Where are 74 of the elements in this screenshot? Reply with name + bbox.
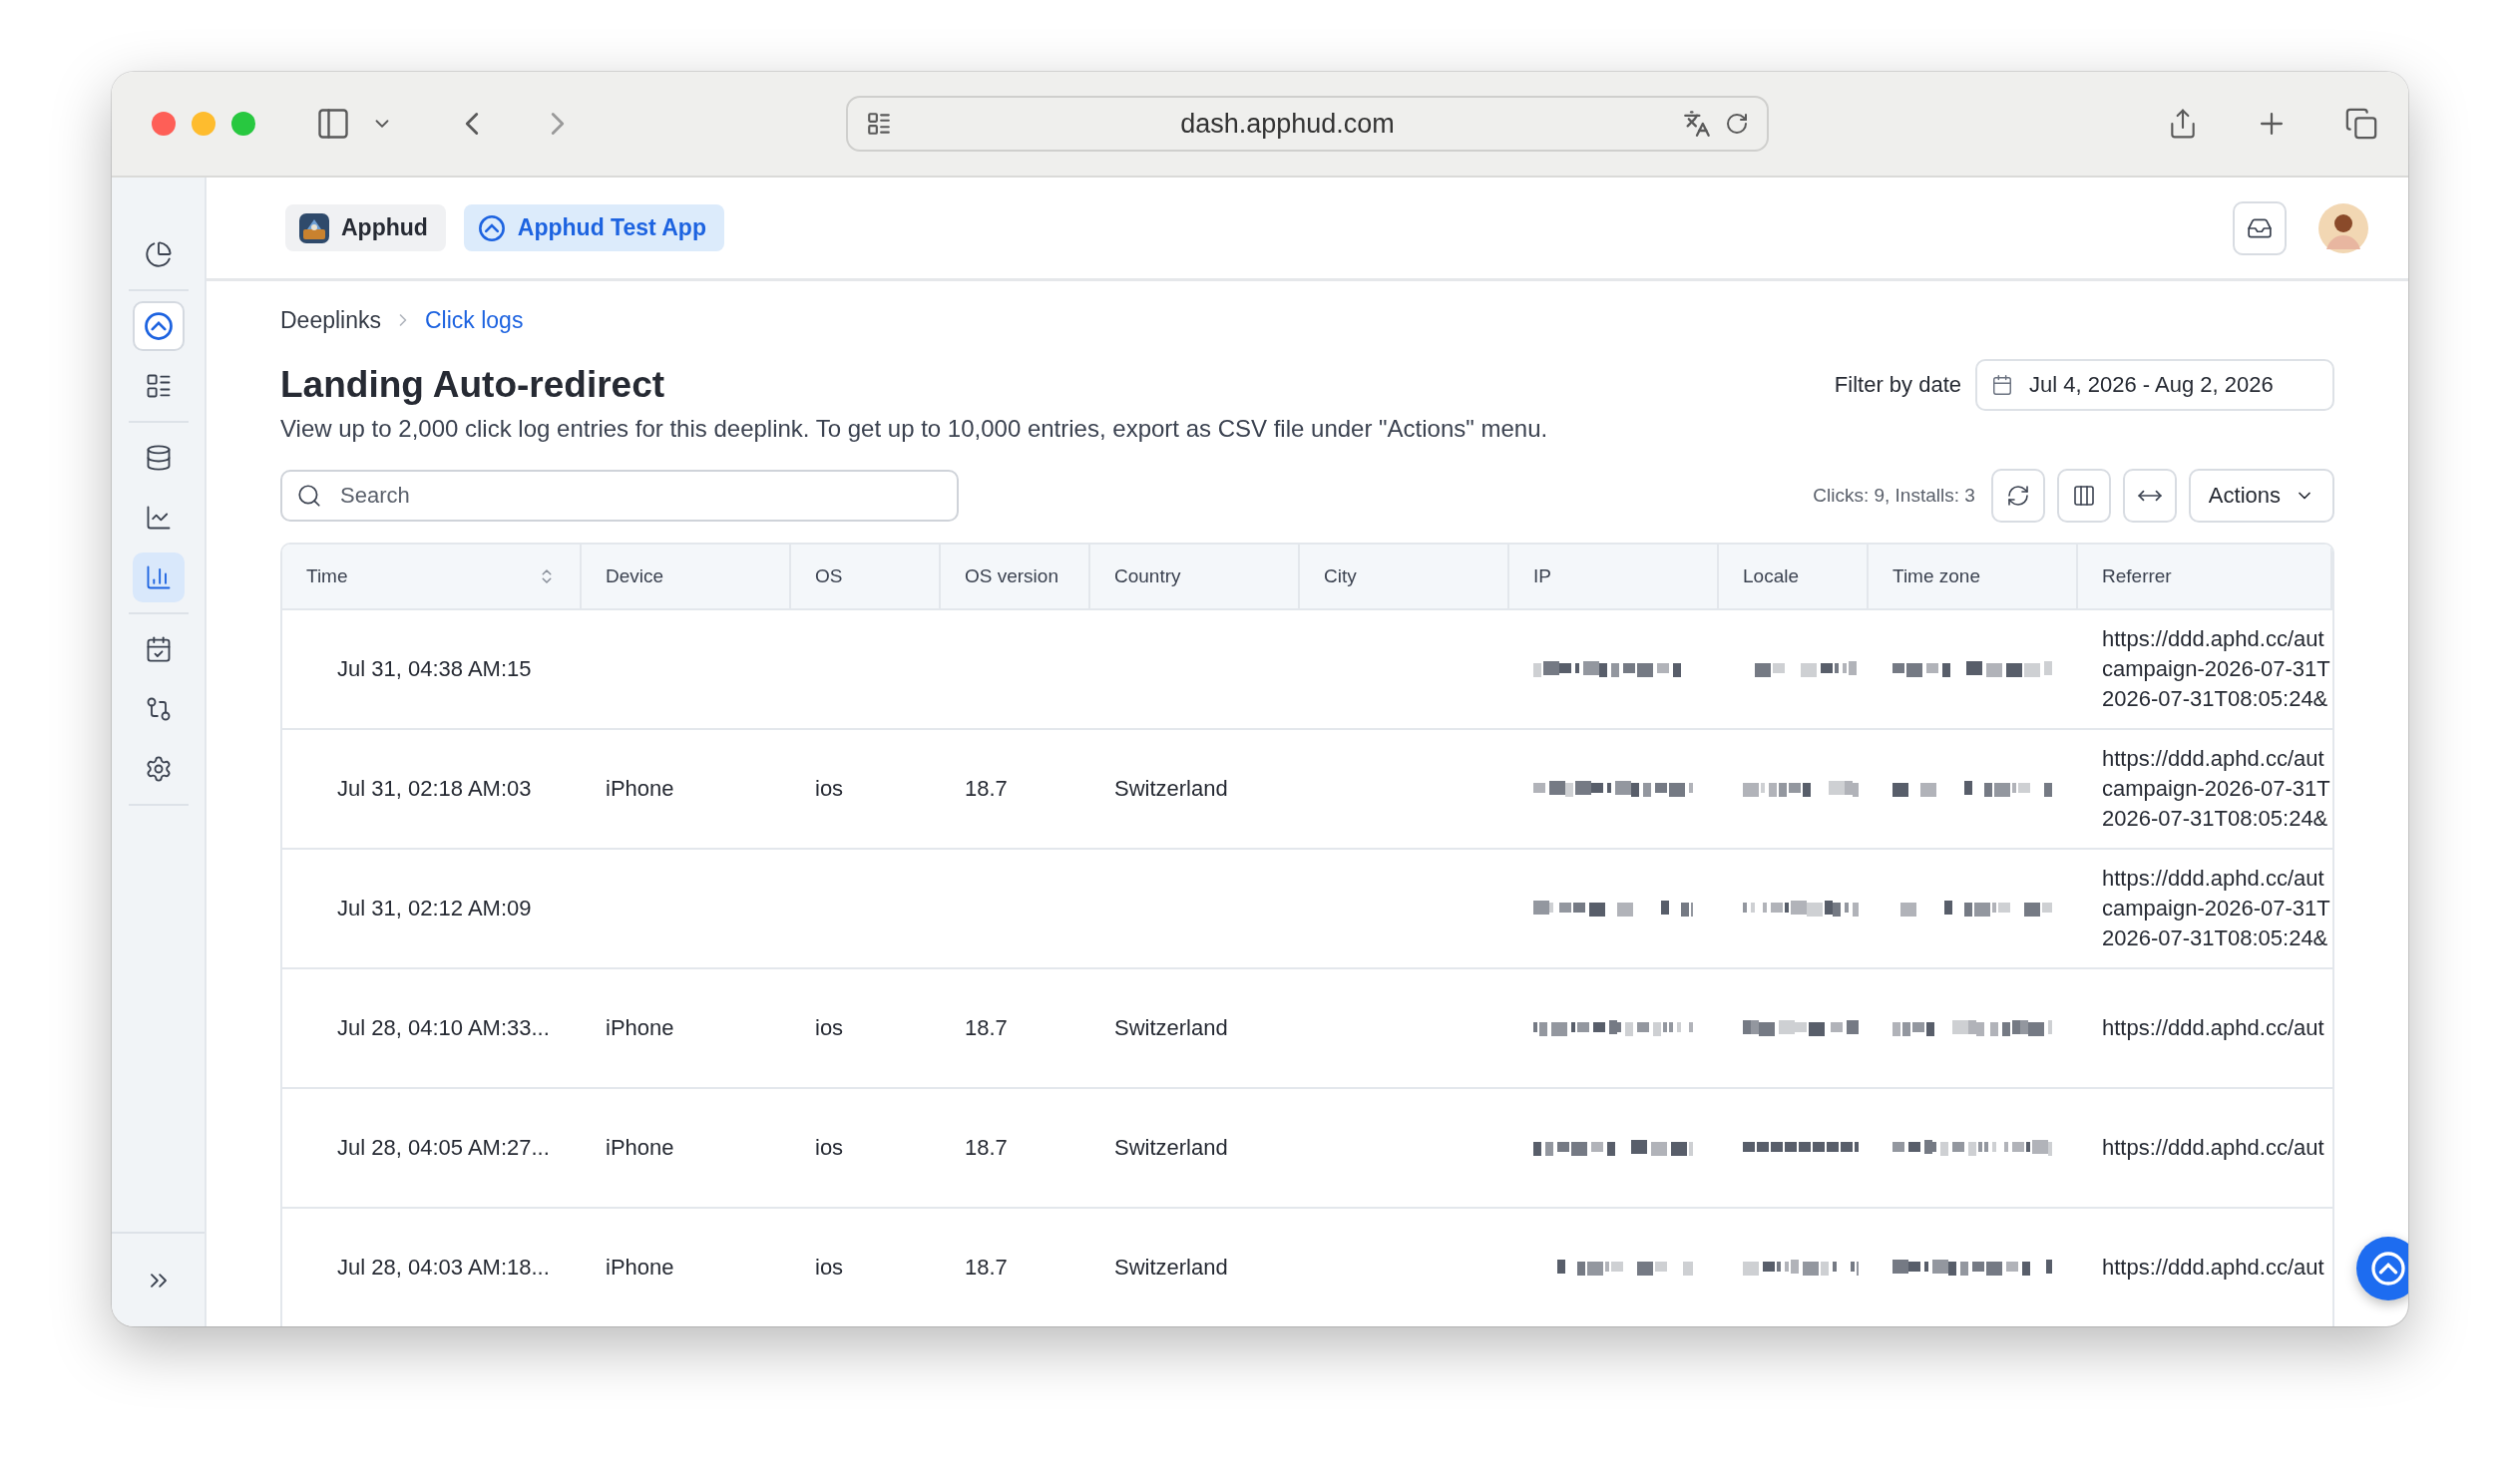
table-cell: 18.7 xyxy=(965,776,1008,802)
table-cell: Jul 31, 02:12 AM:09 xyxy=(337,896,532,922)
translate-icon[interactable] xyxy=(1683,110,1711,138)
column-header: Time zone xyxy=(1869,545,2078,610)
referrer-url: https://ddd.aphd.cc/aut xyxy=(2102,1014,2324,1042)
actions-button[interactable]: Actions xyxy=(2188,469,2334,523)
pie-chart-icon xyxy=(144,240,173,268)
columns-button[interactable] xyxy=(2056,469,2111,523)
table-cell: ios xyxy=(815,1015,844,1041)
table-cell: ios xyxy=(815,1135,844,1161)
table-cell: iPhone xyxy=(606,1255,674,1281)
app-logo-icon xyxy=(477,213,506,242)
app-icon xyxy=(299,212,329,243)
columns-icon xyxy=(2071,484,2096,508)
sidebar-item[interactable] xyxy=(132,553,185,602)
table-cell: Jul 28, 04:03 AM:18... xyxy=(337,1255,550,1281)
sidebar-toggle-icon[interactable] xyxy=(315,106,351,142)
column-header: City xyxy=(1300,545,1509,610)
table-cell: ios xyxy=(815,776,844,802)
refresh-icon xyxy=(2005,484,2030,508)
filter-label: Filter by date xyxy=(1834,372,1961,398)
table-cell: Jul 31, 04:38 AM:15 xyxy=(337,656,532,682)
url-text: dash.apphud.com xyxy=(1179,108,1396,140)
chat-button[interactable] xyxy=(2356,1237,2408,1300)
search-icon xyxy=(296,483,322,509)
table-cell: iPhone xyxy=(606,776,674,802)
column-header: Referrer xyxy=(2078,545,2332,610)
column-header: Device xyxy=(582,545,791,610)
tabs-overview-icon[interactable] xyxy=(2344,107,2378,141)
breadcrumb-link[interactable]: Deeplinks xyxy=(280,306,381,334)
column-header: OS xyxy=(791,545,941,610)
column-header: OS version xyxy=(941,545,1090,610)
page-title: Landing Auto-redirect xyxy=(280,364,666,406)
click-summary: Clicks: 9, Installs: 3 xyxy=(1813,485,1975,507)
date-range-field[interactable]: Jul 4, 2026 - Aug 2, 2026 xyxy=(1975,359,2334,411)
column-header: Country xyxy=(1090,545,1300,610)
search-field[interactable]: Search xyxy=(280,470,959,522)
column-header[interactable]: Time xyxy=(282,545,582,610)
table-cell: Jul 28, 04:05 AM:27... xyxy=(337,1135,550,1161)
app-logo-icon xyxy=(2370,1251,2406,1287)
inbox-button[interactable] xyxy=(2233,200,2287,255)
table-cell: Switzerland xyxy=(1114,1015,1228,1041)
table-cell: Jul 28, 04:10 AM:33... xyxy=(337,1015,550,1041)
workspace-chip[interactable]: Apphud xyxy=(285,204,446,251)
referrer-url: https://ddd.aphd.cc/aut campaign-2026-07-31T 2026-07-31T08:05:24& xyxy=(2102,745,2330,833)
expand-width-button[interactable] xyxy=(2122,469,2177,523)
close-window-button[interactable] xyxy=(152,112,176,136)
avatar[interactable] xyxy=(2318,202,2368,253)
table-cell: iPhone xyxy=(606,1015,674,1041)
referrer-url: https://ddd.aphd.cc/aut xyxy=(2102,1134,2324,1162)
table-cell: iPhone xyxy=(606,1135,674,1161)
referrer-url: https://ddd.aphd.cc/aut campaign-2026-07-31T 2026-07-31T08:05:24& xyxy=(2102,865,2330,952)
table-cell: Jul 31, 02:18 AM:03 xyxy=(337,776,532,802)
table-cell: 18.7 xyxy=(965,1135,1008,1161)
sidebar-item[interactable] xyxy=(132,301,185,351)
breadcrumb-link[interactable]: Click logs xyxy=(425,306,524,334)
table-cell: ios xyxy=(815,1255,844,1281)
referrer-url: https://ddd.aphd.cc/aut xyxy=(2102,1254,2324,1282)
table-cell: 18.7 xyxy=(965,1255,1008,1281)
table-cell: Switzerland xyxy=(1114,776,1228,802)
calendar-icon xyxy=(1991,374,2013,396)
table-cell: Switzerland xyxy=(1114,1135,1228,1161)
table-cell: Switzerland xyxy=(1114,1255,1228,1281)
workspace-chip[interactable]: Apphud Test App xyxy=(463,204,724,251)
refresh-button[interactable] xyxy=(1990,469,2045,523)
address-bar[interactable]: dash.apphud.com xyxy=(846,96,1769,152)
app-logo-icon xyxy=(143,311,174,341)
page-menu-icon[interactable] xyxy=(866,111,892,137)
referrer-url: https://ddd.aphd.cc/aut campaign-2026-07-31T 2026-07-31T08:05:24& xyxy=(2102,625,2330,713)
column-header: IP xyxy=(1509,545,1719,610)
column-header: Locale xyxy=(1719,545,1869,610)
table-cell: 18.7 xyxy=(965,1015,1008,1041)
reload-icon[interactable] xyxy=(1725,112,1749,136)
page-description: View up to 2,000 click log entries for this deeplink. To get up to 10,000 entries, export as CSV file under "Actions" menu. xyxy=(280,415,1549,443)
